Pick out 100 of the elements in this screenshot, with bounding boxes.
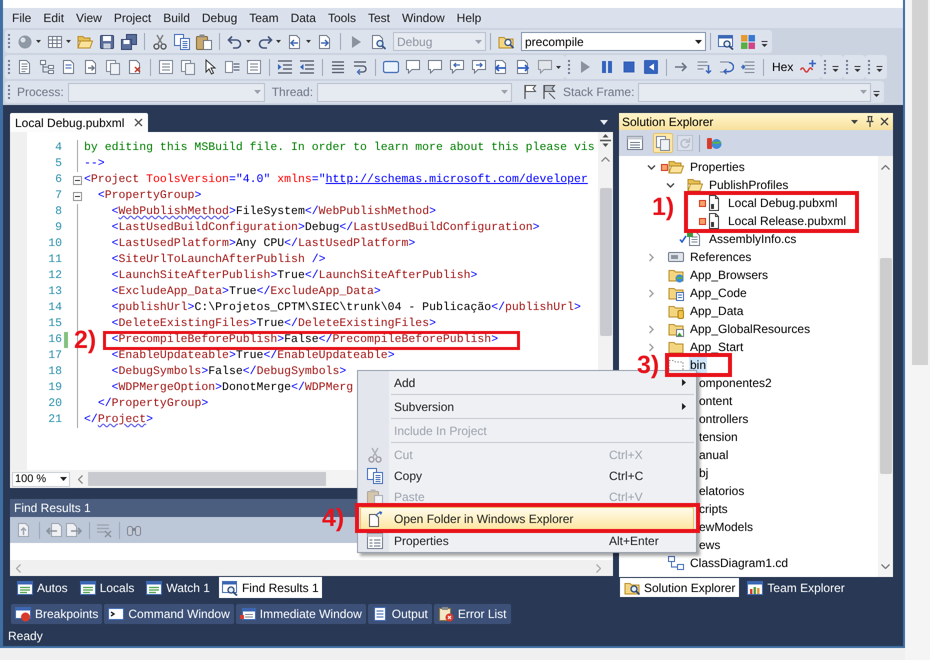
chevron-down-icon[interactable]	[646, 162, 656, 172]
toolbar-grip[interactable]	[846, 58, 850, 76]
step-icon[interactable]	[696, 59, 712, 75]
speech-bubble-icon[interactable]	[449, 59, 465, 75]
caret-icon[interactable]	[695, 40, 702, 44]
panel-tab[interactable]: Solution Explorer	[620, 578, 740, 597]
list-icon[interactable]	[246, 59, 262, 75]
menu-item[interactable]: Copy Ctrl+C	[360, 465, 694, 486]
splitter-icon[interactable]	[600, 134, 611, 147]
speech-bubble-icon[interactable]	[471, 59, 487, 75]
menu-item[interactable]: Test	[362, 10, 396, 26]
close-icon[interactable]	[134, 118, 143, 127]
blocks-icon[interactable]	[740, 34, 756, 50]
tree-item[interactable]: Properties	[689, 158, 746, 176]
format-icon[interactable]	[224, 59, 240, 75]
toolbar-grip[interactable]	[8, 58, 11, 76]
hex-button[interactable]: Hex	[768, 58, 798, 76]
document-tab[interactable]: Local Debug.pubxml	[10, 113, 148, 132]
copy-icon[interactable]	[174, 34, 190, 50]
text-lines-icon[interactable]	[17, 59, 33, 75]
menu-item[interactable]: Team	[243, 10, 285, 26]
tree-item[interactable]: tension	[699, 428, 738, 446]
tree-item[interactable]: References	[689, 248, 752, 266]
back-icon[interactable]	[643, 59, 659, 75]
indent-icon[interactable]	[277, 59, 293, 75]
grid-icon[interactable]	[47, 34, 63, 50]
menu-item[interactable]: Data	[284, 10, 322, 26]
step-icon[interactable]	[718, 59, 734, 75]
caret-icon[interactable]	[276, 40, 281, 43]
chevron-right-icon[interactable]	[646, 288, 656, 298]
page-arrow-icon[interactable]	[287, 34, 303, 50]
menu-item[interactable]: Window	[396, 10, 451, 26]
chevron-down-icon[interactable]	[666, 180, 674, 190]
arrow-up-icon[interactable]	[601, 157, 610, 162]
chevron-right-icon[interactable]	[646, 252, 656, 262]
menu-item[interactable]: File	[6, 10, 38, 26]
chevron-right-icon[interactable]	[646, 342, 656, 352]
page-arrow-icon[interactable]	[83, 59, 99, 75]
list-icon[interactable]	[158, 59, 174, 75]
panel-tab[interactable]: Team Explorer	[743, 578, 849, 597]
caret-icon[interactable]	[60, 477, 67, 481]
link[interactable]: http://schemas.microsoft.com/developer	[326, 173, 588, 186]
scroll-thumb[interactable]	[88, 472, 326, 486]
flag-icon[interactable]	[541, 84, 558, 100]
page-arrow-icon[interactable]	[493, 59, 509, 75]
chevron-right-icon[interactable]	[646, 324, 656, 334]
menu-item[interactable]: Build	[157, 10, 196, 26]
toolbar-grip[interactable]	[8, 84, 11, 100]
tree-item[interactable]: ewModels	[699, 518, 754, 536]
tree-item[interactable]: omponentes2	[699, 374, 772, 392]
squiggle-icon[interactable]	[800, 59, 816, 75]
page-arrow-icon[interactable]	[317, 34, 333, 50]
tree-item[interactable]: PublishProfiles	[708, 176, 790, 194]
caret-icon[interactable]	[851, 120, 858, 124]
tree-item[interactable]: bj	[699, 464, 708, 482]
menu-item[interactable]: Properties Alt+Enter	[360, 530, 694, 551]
speech-bubble-icon[interactable]	[427, 59, 443, 75]
toolbar-grip[interactable]	[868, 58, 872, 76]
find-icon[interactable]	[370, 34, 386, 50]
scroll-thumb[interactable]	[880, 258, 892, 474]
pause-icon[interactable]	[599, 59, 615, 75]
menu-item[interactable]: View	[70, 10, 108, 26]
lines-icon[interactable]	[330, 59, 346, 75]
tree-item[interactable]: AssemblyInfo.cs	[708, 230, 798, 248]
tree-item[interactable]: Local Release.pubxml	[727, 212, 848, 230]
caret-icon[interactable]	[66, 40, 71, 43]
tree-item[interactable]: ews	[699, 536, 720, 554]
tree-item[interactable]: elatorios	[699, 482, 744, 500]
tree-item[interactable]: App_Start	[689, 338, 744, 356]
scroll-bar[interactable]	[878, 156, 893, 577]
menu-item[interactable]: Edit	[37, 10, 70, 26]
caret-icon[interactable]	[36, 40, 41, 43]
caret-icon[interactable]	[600, 120, 608, 125]
tree-item[interactable]: ontrollers	[699, 410, 748, 428]
collapse-icon[interactable]	[72, 192, 82, 200]
tree-item[interactable]: App_Code	[689, 284, 748, 302]
tree-item[interactable]: anual	[699, 446, 728, 464]
menu-item[interactable]: Help	[450, 10, 488, 26]
hierarchy-icon[interactable]	[39, 59, 55, 75]
tree-item[interactable]: ClassDiagram1.cd	[689, 554, 790, 572]
arrow-down-icon[interactable]	[881, 564, 890, 569]
arrow-left-icon[interactable]	[78, 474, 83, 484]
scroll-thumb[interactable]	[600, 188, 612, 336]
menu-item[interactable]: Project	[108, 10, 158, 26]
close-icon[interactable]	[880, 117, 889, 126]
zoom-dropdown[interactable]: 100 %	[12, 472, 70, 486]
caret-icon[interactable]	[306, 40, 311, 43]
scroll-bar[interactable]	[912, 0, 928, 365]
page-arrow-icon[interactable]	[66, 522, 82, 538]
panel-tab[interactable]: Autos	[14, 577, 71, 598]
panel-tab[interactable]: Watch 1	[143, 577, 213, 598]
toolbar-grip[interactable]	[8, 33, 11, 50]
caret-icon[interactable]	[556, 66, 561, 68]
wrap-icon[interactable]	[352, 59, 368, 75]
step-icon[interactable]	[740, 59, 756, 75]
page-arrow-icon[interactable]	[515, 59, 531, 75]
caret-icon[interactable]	[246, 40, 251, 43]
open-folder-icon[interactable]	[77, 34, 93, 50]
window-search-icon[interactable]	[718, 34, 734, 50]
page-arrow-icon[interactable]	[46, 522, 62, 538]
